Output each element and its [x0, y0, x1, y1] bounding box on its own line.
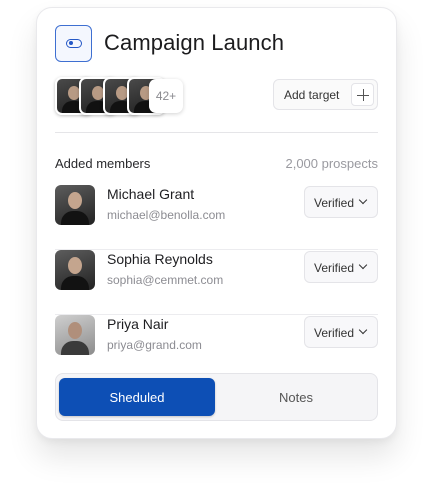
members-heading: Added members — [55, 156, 151, 171]
avatar — [55, 250, 95, 290]
member-email: priya@grand.com — [107, 338, 202, 352]
member-email: sophia@cemmet.com — [107, 273, 224, 287]
chevron-down-icon — [358, 325, 368, 335]
list-item[interactable]: Priya Nair priya@grand.com Verified — [55, 315, 378, 379]
prospects-count: 2,000 prospects — [285, 156, 378, 171]
status-dropdown[interactable]: Verified — [304, 316, 378, 348]
avatar — [55, 185, 95, 225]
list-item[interactable]: Sophia Reynolds sophia@cemmet.com Verifi… — [55, 250, 378, 315]
chevron-down-icon — [358, 260, 368, 270]
status-label: Verified — [314, 196, 355, 210]
toggle-icon — [65, 39, 82, 48]
tab-notes[interactable]: Notes — [218, 378, 374, 416]
page-title: Campaign Launch — [104, 30, 285, 55]
add-target-button[interactable]: Add target — [273, 79, 378, 110]
add-target-label: Add target — [284, 88, 340, 102]
member-name: Sophia Reynolds — [107, 251, 213, 267]
campaign-card: Campaign Launch 42+ Add target Added mem… — [36, 7, 397, 439]
member-name: Michael Grant — [107, 186, 195, 202]
tab-bar: Sheduled Notes — [55, 373, 378, 421]
status-label: Verified — [314, 326, 355, 340]
status-dropdown[interactable]: Verified — [304, 186, 378, 218]
member-email: michael@benolla.com — [107, 208, 226, 222]
list-item[interactable]: Michael Grant michael@benolla.com Verifi… — [55, 185, 378, 250]
avatar — [55, 315, 95, 355]
plus-icon[interactable] — [351, 83, 374, 106]
toggle-button[interactable] — [55, 25, 92, 62]
status-dropdown[interactable]: Verified — [304, 251, 378, 283]
tab-scheduled[interactable]: Sheduled — [59, 378, 215, 416]
status-label: Verified — [314, 261, 355, 275]
chevron-down-icon — [358, 195, 368, 205]
more-avatars-badge[interactable]: 42+ — [149, 79, 183, 113]
member-name: Priya Nair — [107, 316, 169, 332]
divider — [55, 132, 378, 133]
